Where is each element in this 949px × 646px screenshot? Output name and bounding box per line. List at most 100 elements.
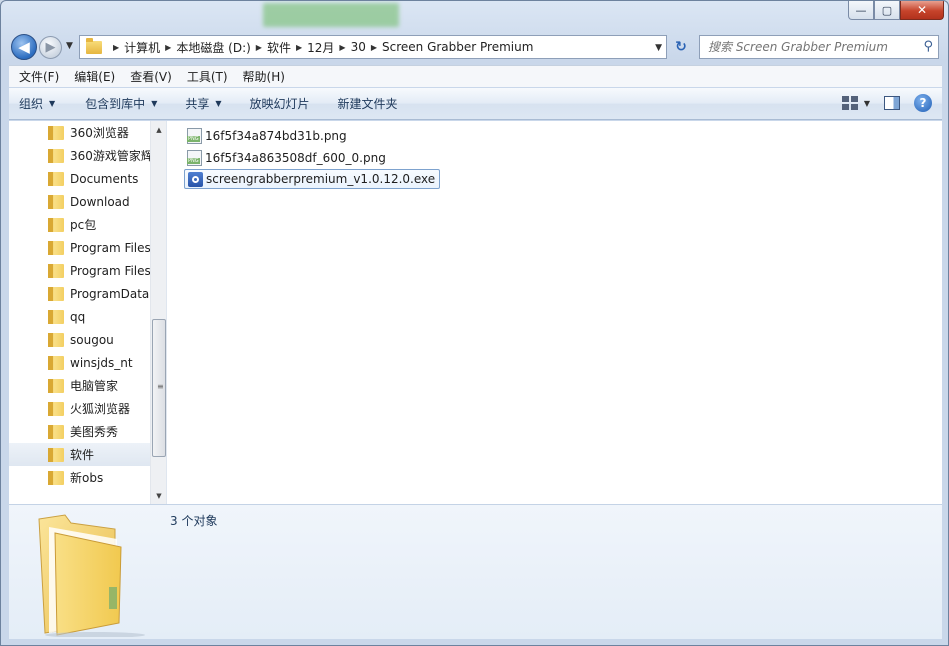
breadcrumb-separator-icon[interactable]: ▶	[296, 43, 302, 52]
folder-icon	[48, 240, 64, 255]
breadcrumb-separator-icon[interactable]: ▶	[371, 43, 377, 52]
refresh-button[interactable]: ↻	[669, 35, 693, 59]
organize-button[interactable]: 组织 ▼	[9, 95, 65, 112]
title-bar[interactable]: — ▢ ✕	[1, 1, 948, 31]
breadcrumb-separator-icon[interactable]: ▶	[113, 43, 119, 52]
folder-icon	[48, 355, 64, 370]
folder-icon	[86, 37, 102, 54]
menu-view[interactable]: 查看(V)	[125, 68, 177, 85]
address-dropdown-icon[interactable]: ▼	[655, 43, 662, 53]
breadcrumb-separator-icon[interactable]: ▶	[339, 43, 345, 52]
slideshow-label: 放映幻灯片	[249, 97, 310, 111]
tree-item[interactable]: Program Files	[9, 259, 150, 282]
scroll-down-icon[interactable]: ▼	[151, 487, 166, 504]
include-library-button[interactable]: 包含到库中 ▼	[75, 95, 167, 112]
tree-item[interactable]: Download	[9, 190, 150, 213]
tree-item-label: qq	[70, 309, 86, 324]
tree-item[interactable]: winsjds_nt	[9, 351, 150, 374]
tree-item[interactable]: 360游戏管家辉	[9, 144, 150, 167]
folder-icon	[48, 309, 64, 324]
nav-scrollbar[interactable]: ▲ ≡ ▼	[150, 121, 166, 504]
tree-item[interactable]: 火狐浏览器	[9, 397, 150, 420]
tree-item[interactable]: sougou	[9, 328, 150, 351]
breadcrumb-software[interactable]: 软件	[267, 39, 291, 56]
tree-item-label: pc包	[70, 218, 97, 232]
forward-button[interactable]: ▶	[39, 36, 62, 59]
breadcrumb-separator-icon[interactable]: ▶	[256, 43, 262, 52]
tree-item[interactable]: qq	[9, 305, 150, 328]
breadcrumb-computer[interactable]: 计算机	[124, 39, 160, 56]
history-dropdown-icon[interactable]: ▼	[66, 41, 73, 51]
search-input[interactable]	[708, 40, 913, 54]
minimize-button[interactable]: —	[848, 1, 874, 20]
folder-icon	[48, 470, 64, 485]
grip-icon: ≡	[157, 382, 164, 391]
change-view-button[interactable]: ▼	[841, 96, 870, 110]
tree-item[interactable]: pc包	[9, 213, 150, 236]
address-bar[interactable]: ▶ 计算机 ▶ 本地磁盘 (D:) ▶ 软件 ▶ 12月 ▶ 30 ▶ Scre…	[79, 35, 667, 59]
chevron-down-icon: ▼	[215, 99, 222, 108]
menu-file[interactable]: 文件(F)	[14, 68, 64, 85]
tree-item[interactable]: 美图秀秀	[9, 420, 150, 443]
command-bar: 组织 ▼ 包含到库中 ▼ 共享 ▼ 放映幻灯片 新建文件夹 ▼ ?	[9, 88, 942, 120]
tree-item-label: ProgramData	[70, 286, 150, 301]
back-button[interactable]: ◀	[11, 34, 37, 60]
search-icon[interactable]: ⚲	[923, 39, 933, 54]
tree-item-label: 电脑管家	[70, 379, 119, 393]
caption-buttons: — ▢ ✕	[848, 1, 944, 20]
window-bottom-border	[1, 639, 948, 645]
help-icon[interactable]: ?	[914, 94, 932, 112]
folder-icon	[48, 217, 64, 232]
file-name: 16f5f34a874bd31b.png	[205, 129, 347, 143]
scroll-up-icon[interactable]: ▲	[151, 121, 166, 138]
search-box[interactable]: ⚲	[699, 35, 939, 59]
tree-item-label: 新obs	[70, 471, 104, 485]
folder-icon	[48, 263, 64, 278]
tree-item-label: winsjds_nt	[70, 355, 133, 370]
share-button[interactable]: 共享 ▼	[175, 95, 231, 112]
tree-item[interactable]: 电脑管家	[9, 374, 150, 397]
breadcrumb-december[interactable]: 12月	[307, 39, 334, 56]
png-file-icon	[187, 150, 202, 166]
tree-item-label: 360游戏管家辉	[70, 149, 150, 163]
chevron-down-icon: ▼	[49, 99, 56, 108]
slideshow-button[interactable]: 放映幻灯片	[240, 95, 320, 112]
file-item-selected[interactable]: screengrabberpremium_v1.0.12.0.exe	[184, 169, 441, 189]
scroll-thumb[interactable]: ≡	[152, 319, 166, 457]
close-button[interactable]: ✕	[900, 1, 944, 20]
menu-edit[interactable]: 编辑(E)	[69, 68, 120, 85]
file-list: 16f5f34a874bd31b.png 16f5f34a863508df_60…	[168, 121, 942, 504]
file-item[interactable]: 16f5f34a863508df_600_0.png	[184, 148, 390, 168]
file-name: screengrabberpremium_v1.0.12.0.exe	[206, 172, 436, 186]
new-folder-button[interactable]: 新建文件夹	[328, 95, 408, 112]
explorer-window: — ▢ ✕ ◀ ▶ ▼ ▶ 计算机 ▶ 本地磁盘 (D:) ▶ 软件 ▶ 12月…	[0, 0, 949, 646]
folder-icon	[48, 447, 64, 462]
chevron-down-icon[interactable]: ▼	[864, 99, 870, 108]
tree-item[interactable]: Documents	[9, 167, 150, 190]
tree-item-selected[interactable]: 软件	[9, 443, 150, 466]
breadcrumb-30[interactable]: 30	[351, 40, 366, 54]
tree-item-label: Program Files	[70, 240, 150, 255]
file-item[interactable]: 16f5f34a874bd31b.png	[184, 126, 351, 146]
tree-item[interactable]: 360浏览器	[9, 121, 150, 144]
menu-help[interactable]: 帮助(H)	[238, 68, 290, 85]
tree-item[interactable]: Program Files	[9, 236, 150, 259]
folder-icon	[48, 286, 64, 301]
breadcrumb-current[interactable]: Screen Grabber Premium	[382, 40, 533, 54]
breadcrumb-drive-d[interactable]: 本地磁盘 (D:)	[176, 39, 250, 56]
navigation-pane: 360浏览器 360游戏管家辉 Documents Download pc包 P…	[9, 121, 167, 504]
folder-icon	[48, 401, 64, 416]
folder-icon	[48, 332, 64, 347]
breadcrumb-separator-icon[interactable]: ▶	[165, 43, 171, 52]
folder-icon	[48, 148, 64, 163]
new-folder-label: 新建文件夹	[337, 97, 398, 111]
tree-item[interactable]: 新obs	[9, 466, 150, 489]
maximize-button[interactable]: ▢	[874, 1, 900, 20]
png-file-icon	[187, 128, 202, 144]
preview-pane-icon[interactable]	[884, 96, 900, 110]
folder-icon	[48, 171, 64, 186]
tree-item[interactable]: ProgramData	[9, 282, 150, 305]
folder-icon	[48, 378, 64, 393]
folder-icon	[48, 424, 64, 439]
menu-tools[interactable]: 工具(T)	[182, 68, 233, 85]
